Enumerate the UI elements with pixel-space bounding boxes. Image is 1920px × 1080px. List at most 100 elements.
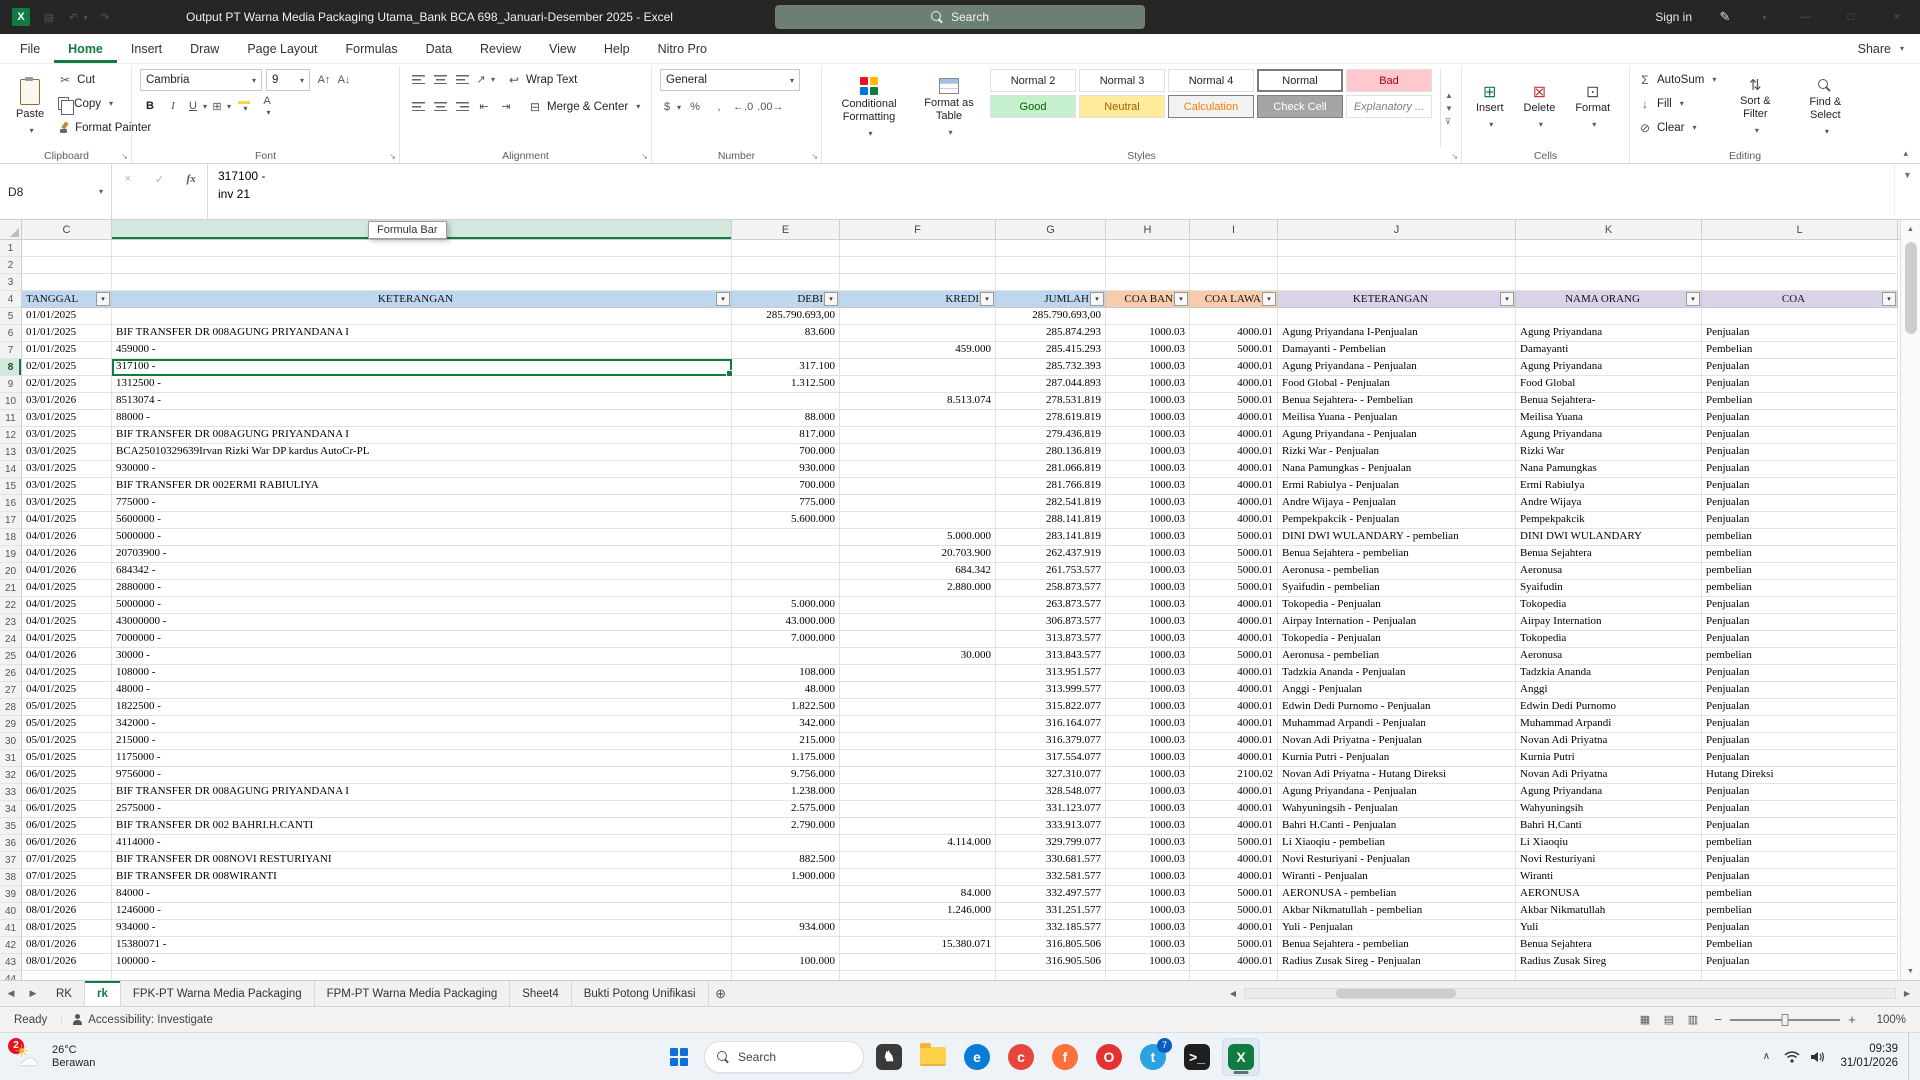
cell-G41[interactable]: 332.185.577	[996, 920, 1106, 937]
cell-G35[interactable]: 333.913.077	[996, 818, 1106, 835]
vertical-scroll-thumb[interactable]	[1904, 242, 1917, 334]
column-header-H[interactable]: H	[1106, 220, 1190, 239]
cell-C21[interactable]: 04/01/2025	[22, 580, 112, 597]
cell-D21[interactable]: 2880000 -	[112, 580, 732, 597]
column-header-G[interactable]: G	[996, 220, 1106, 239]
clock[interactable]: 09:39 31/01/2026	[1832, 1043, 1906, 1070]
cell-K39[interactable]: AERONUSA	[1516, 886, 1702, 903]
row-header-40[interactable]: 40	[0, 903, 22, 920]
cell-K32[interactable]: Novan Adi Priyatna	[1516, 767, 1702, 784]
cell-L18[interactable]: pembelian	[1702, 529, 1898, 546]
cell-H18[interactable]: 1000.03	[1106, 529, 1190, 546]
cell-D13[interactable]: BCA25010329639Irvan Rizki War DP kardus …	[112, 444, 732, 461]
scroll-down-icon[interactable]: ▼	[1901, 962, 1920, 980]
cell-C29[interactable]: 05/01/2025	[22, 716, 112, 733]
cell-C37[interactable]: 07/01/2025	[22, 852, 112, 869]
zoom-level-button[interactable]: 100%	[1866, 1014, 1906, 1026]
cell-H15[interactable]: 1000.03	[1106, 478, 1190, 495]
cell-K33[interactable]: Agung Priyandana	[1516, 784, 1702, 801]
row-header-41[interactable]: 41	[0, 920, 22, 937]
row-header-18[interactable]: 18	[0, 529, 22, 546]
align-right-icon[interactable]	[452, 97, 472, 117]
maximize-button[interactable]: □	[1828, 0, 1874, 34]
format-cells-button[interactable]: ⊡ Format	[1569, 69, 1616, 147]
vertical-scrollbar[interactable]: ▲ ▼	[1900, 220, 1920, 980]
enter-icon[interactable]: ✓	[149, 170, 169, 188]
zoom-in-button[interactable]: +	[1846, 1012, 1858, 1027]
cell-J17[interactable]: Pempekpakcik - Penjualan	[1278, 512, 1516, 529]
header-cell-coa[interactable]: COA ▾	[1702, 291, 1898, 308]
row-header-7[interactable]: 7	[0, 342, 22, 359]
cell-C34[interactable]: 06/01/2025	[22, 801, 112, 818]
cell-F14[interactable]	[840, 461, 996, 478]
cell-F40[interactable]: 1.246.000	[840, 903, 996, 920]
cell-H34[interactable]: 1000.03	[1106, 801, 1190, 818]
cell-L3[interactable]	[1702, 274, 1898, 291]
cell-G13[interactable]: 280.136.819	[996, 444, 1106, 461]
row-header-42[interactable]: 42	[0, 937, 22, 954]
cell-I33[interactable]: 4000.01	[1190, 784, 1278, 801]
cell-style-neutral[interactable]: Neutral	[1079, 95, 1165, 118]
clear-button[interactable]: ⊘ Clear	[1638, 117, 1716, 138]
cell-C27[interactable]: 04/01/2025	[22, 682, 112, 699]
cell-D9[interactable]: 1312500 -	[112, 376, 732, 393]
cell-L15[interactable]: Penjualan	[1702, 478, 1898, 495]
cell-L8[interactable]: Penjualan	[1702, 359, 1898, 376]
cell-H29[interactable]: 1000.03	[1106, 716, 1190, 733]
tab-home[interactable]: Home	[54, 34, 117, 63]
filter-button-keterangan[interactable]: ▾	[716, 292, 730, 306]
align-middle-icon[interactable]	[430, 70, 450, 90]
cell-I41[interactable]: 4000.01	[1190, 920, 1278, 937]
cell-J10[interactable]: Benua Sejahtera- - Pembelian	[1278, 393, 1516, 410]
cell-F34[interactable]	[840, 801, 996, 818]
cell-L41[interactable]: Penjualan	[1702, 920, 1898, 937]
decrease-indent-icon[interactable]: ⇤	[474, 97, 494, 117]
cell-H43[interactable]: 1000.03	[1106, 954, 1190, 971]
cell-K35[interactable]: Bahri H.Canti	[1516, 818, 1702, 835]
cell-H37[interactable]: 1000.03	[1106, 852, 1190, 869]
sheet-nav-right-icon[interactable]: ▶	[22, 981, 44, 1006]
cell-H24[interactable]: 1000.03	[1106, 631, 1190, 648]
cell-J3[interactable]	[1278, 274, 1516, 291]
cell-I17[interactable]: 4000.01	[1190, 512, 1278, 529]
cell-K40[interactable]: Akbar Nikmatullah	[1516, 903, 1702, 920]
cell-G37[interactable]: 330.681.577	[996, 852, 1106, 869]
cell-F1[interactable]	[840, 240, 996, 257]
cell-J30[interactable]: Novan Adi Priyatna - Penjualan	[1278, 733, 1516, 750]
cell-C22[interactable]: 04/01/2025	[22, 597, 112, 614]
cell-F25[interactable]: 30.000	[840, 648, 996, 665]
merge-center-button[interactable]: ⊟ Merge & Center	[528, 96, 640, 117]
cell-I9[interactable]: 4000.01	[1190, 376, 1278, 393]
header-cell-tanggal[interactable]: TANGGAL ▾	[22, 291, 112, 308]
cell-K42[interactable]: Benua Sejahtera	[1516, 937, 1702, 954]
cell-K25[interactable]: Aeronusa	[1516, 648, 1702, 665]
cell-I13[interactable]: 4000.01	[1190, 444, 1278, 461]
cell-I37[interactable]: 4000.01	[1190, 852, 1278, 869]
cell-E29[interactable]: 342.000	[732, 716, 840, 733]
cell-J7[interactable]: Damayanti - Pembelian	[1278, 342, 1516, 359]
cell-C33[interactable]: 06/01/2025	[22, 784, 112, 801]
cell-L36[interactable]: pembelian	[1702, 835, 1898, 852]
cell-E15[interactable]: 700.000	[732, 478, 840, 495]
cell-J27[interactable]: Anggi - Penjualan	[1278, 682, 1516, 699]
cell-L21[interactable]: pembelian	[1702, 580, 1898, 597]
cell-J16[interactable]: Andre Wijaya - Penjualan	[1278, 495, 1516, 512]
cell-D16[interactable]: 775000 -	[112, 495, 732, 512]
cell-I43[interactable]: 4000.01	[1190, 954, 1278, 971]
cell-D20[interactable]: 684342 -	[112, 563, 732, 580]
cell-K5[interactable]	[1516, 308, 1702, 325]
cell-D23[interactable]: 43000000 -	[112, 614, 732, 631]
cell-D41[interactable]: 934000 -	[112, 920, 732, 937]
taskbar-app-chrome[interactable]: c	[1002, 1038, 1040, 1076]
cell-I36[interactable]: 5000.01	[1190, 835, 1278, 852]
save-icon[interactable]: ▤	[36, 4, 62, 30]
cell-H2[interactable]	[1106, 257, 1190, 274]
filter-button-coa-ban[interactable]: ▾	[1174, 292, 1188, 306]
cell-L34[interactable]: Penjualan	[1702, 801, 1898, 818]
italic-icon[interactable]: I	[163, 96, 183, 116]
cell-style-check-cell[interactable]: Check Cell	[1257, 95, 1343, 118]
cell-G6[interactable]: 285.874.293	[996, 325, 1106, 342]
cell-E8[interactable]: 317.100	[732, 359, 840, 376]
cell-F10[interactable]: 8.513.074	[840, 393, 996, 410]
filter-button-tanggal[interactable]: ▾	[96, 292, 110, 306]
